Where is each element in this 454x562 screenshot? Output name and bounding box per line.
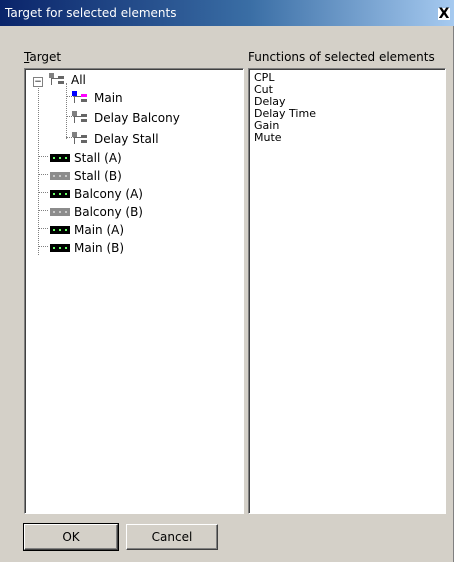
title-bar[interactable]: Target for selected elements X [0,0,454,26]
tree-connector [38,174,48,175]
tree-item-label: Balcony (A) [74,187,143,201]
tree-connector [38,246,48,247]
group-icon [72,91,90,105]
window-title: Target for selected elements [5,6,177,20]
target-label: Target [24,50,61,64]
tree-item-label: Main (A) [74,223,125,237]
tree-item-delay-stall[interactable]: Delay Stall [72,130,159,148]
tree-item-stall-b[interactable]: Stall (B) [50,167,122,185]
ok-button[interactable]: OK [23,523,119,551]
group-icon [72,111,90,125]
device-inactive-icon [50,208,70,216]
device-inactive-icon [50,172,70,180]
tree-item-label: Stall (B) [74,169,122,183]
dialog-window: Target for selected elements X Target Fu… [0,0,454,562]
tree-branch-line [66,83,67,139]
tree-item-stall-a[interactable]: Stall (A) [50,149,122,167]
target-tree[interactable]: − All Main Delay Balcony Delay Stall Sta… [24,68,244,514]
cancel-button[interactable]: Cancel [126,524,218,550]
close-icon[interactable]: X [438,7,450,21]
tree-item-balcony-a[interactable]: Balcony (A) [50,185,143,203]
tree-item-label: Main [94,91,123,105]
tree-item-label: Delay Stall [94,132,159,146]
tree-item-label: All [71,73,86,87]
functions-label: Functions of selected elements [248,50,435,64]
tree-item-balcony-b[interactable]: Balcony (B) [50,203,143,221]
tree-connector [38,210,48,211]
tree-item-all[interactable]: All [49,71,86,89]
tree-item-label: Delay Balcony [94,111,180,125]
collapse-toggle-icon[interactable]: − [33,77,43,87]
tree-connector [38,228,48,229]
group-icon [72,132,90,146]
target-label-text: arget [29,50,62,64]
device-active-icon [50,226,70,234]
tree-item-main-a[interactable]: Main (A) [50,221,124,239]
tree-connector [38,156,48,157]
tree-item-main[interactable]: Main [72,89,123,107]
device-active-icon [50,154,70,162]
tree-item-label: Main (B) [74,241,125,255]
list-item[interactable]: Mute [254,132,282,144]
tree-item-main-b[interactable]: Main (B) [50,239,124,257]
tree-item-label: Balcony (B) [74,205,143,219]
device-active-icon [50,190,70,198]
group-icon [49,73,67,87]
tree-connector [38,192,48,193]
tree-item-label: Stall (A) [74,151,122,165]
tree-item-delay-balcony[interactable]: Delay Balcony [72,109,180,127]
device-active-icon [50,244,70,252]
functions-list[interactable]: CPL Cut Delay Delay Time Gain Mute [248,68,446,514]
